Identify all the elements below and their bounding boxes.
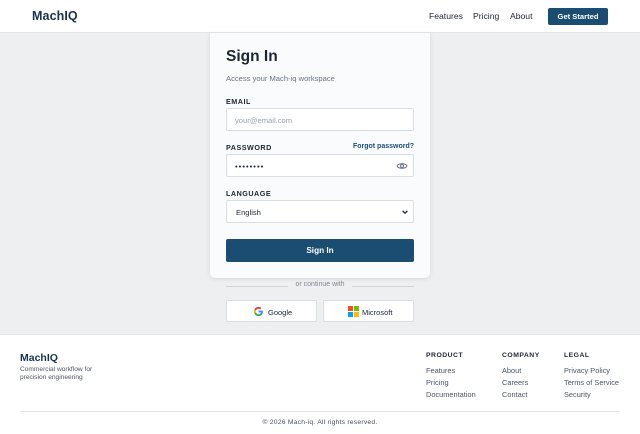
continue-with-text: or continue with	[295, 281, 345, 288]
footer-link-careers[interactable]: Careers	[502, 378, 528, 387]
divider-line-left	[226, 286, 288, 287]
footer-link-pricing[interactable]: Pricing	[426, 378, 449, 387]
footer-link-security[interactable]: Security	[564, 390, 591, 399]
password-value: ••••••••	[235, 162, 265, 171]
footer-link-features[interactable]: Features	[426, 366, 455, 375]
footer-link-documentation[interactable]: Documentation	[426, 390, 476, 399]
footer-link-privacy-policy[interactable]: Privacy Policy	[564, 366, 610, 375]
google-login-button[interactable]: Google	[226, 300, 317, 322]
email-label: EMAIL	[226, 97, 251, 106]
forgot-password-link[interactable]: Forgot password?	[353, 143, 414, 150]
footer: MachIQ Commercial workflow for precision…	[0, 334, 640, 434]
sign-in-button[interactable]: Sign In	[226, 239, 414, 262]
language-label: LANGUAGE	[226, 189, 272, 198]
microsoft-label: Microsoft	[362, 308, 393, 317]
password-field[interactable]: ••••••••	[226, 154, 414, 177]
divider-line-right	[352, 286, 414, 287]
language-select[interactable]: English	[226, 200, 414, 223]
get-started-button[interactable]: Get Started	[548, 8, 608, 25]
nav-link-about[interactable]: About	[510, 11, 532, 21]
footer-link-terms-of-service[interactable]: Terms of Service	[564, 378, 619, 387]
nav-link-pricing[interactable]: Pricing	[473, 11, 499, 21]
eye-icon[interactable]	[396, 160, 408, 172]
footer-divider	[20, 411, 620, 412]
signin-subtitle: Access your Mach-iq workspace	[226, 74, 335, 83]
brand-logo[interactable]: MachIQ	[32, 9, 78, 23]
footer-link-about[interactable]: About	[502, 366, 521, 375]
chevron-down-icon	[402, 210, 408, 215]
password-label: PASSWORD	[226, 143, 272, 152]
footer-heading-company: COMPANY	[502, 352, 540, 359]
copyright-text: © 2026 Mach-iq. All rights reserved.	[262, 419, 378, 426]
email-placeholder: your@email.com	[235, 116, 293, 125]
signin-card: Sign In Access your Mach-iq workspace EM…	[210, 33, 430, 278]
microsoft-login-button[interactable]: Microsoft	[323, 300, 414, 322]
microsoft-icon	[348, 306, 359, 317]
footer-brand: MachIQ	[20, 352, 58, 364]
top-navbar: MachIQ Features Pricing About Get Starte…	[0, 0, 640, 33]
language-value: English	[236, 208, 261, 217]
footer-link-contact[interactable]: Contact	[502, 390, 527, 399]
footer-tagline: Commercial workflow for precision engine…	[20, 366, 93, 381]
google-label: Google	[268, 308, 293, 317]
footer-heading-product: PRODUCT	[426, 352, 464, 359]
footer-heading-legal: LEGAL	[564, 352, 590, 359]
google-icon	[253, 306, 263, 317]
email-field[interactable]: your@email.com	[226, 108, 414, 131]
signin-title: Sign In	[226, 48, 278, 65]
nav-link-features[interactable]: Features	[429, 11, 463, 21]
